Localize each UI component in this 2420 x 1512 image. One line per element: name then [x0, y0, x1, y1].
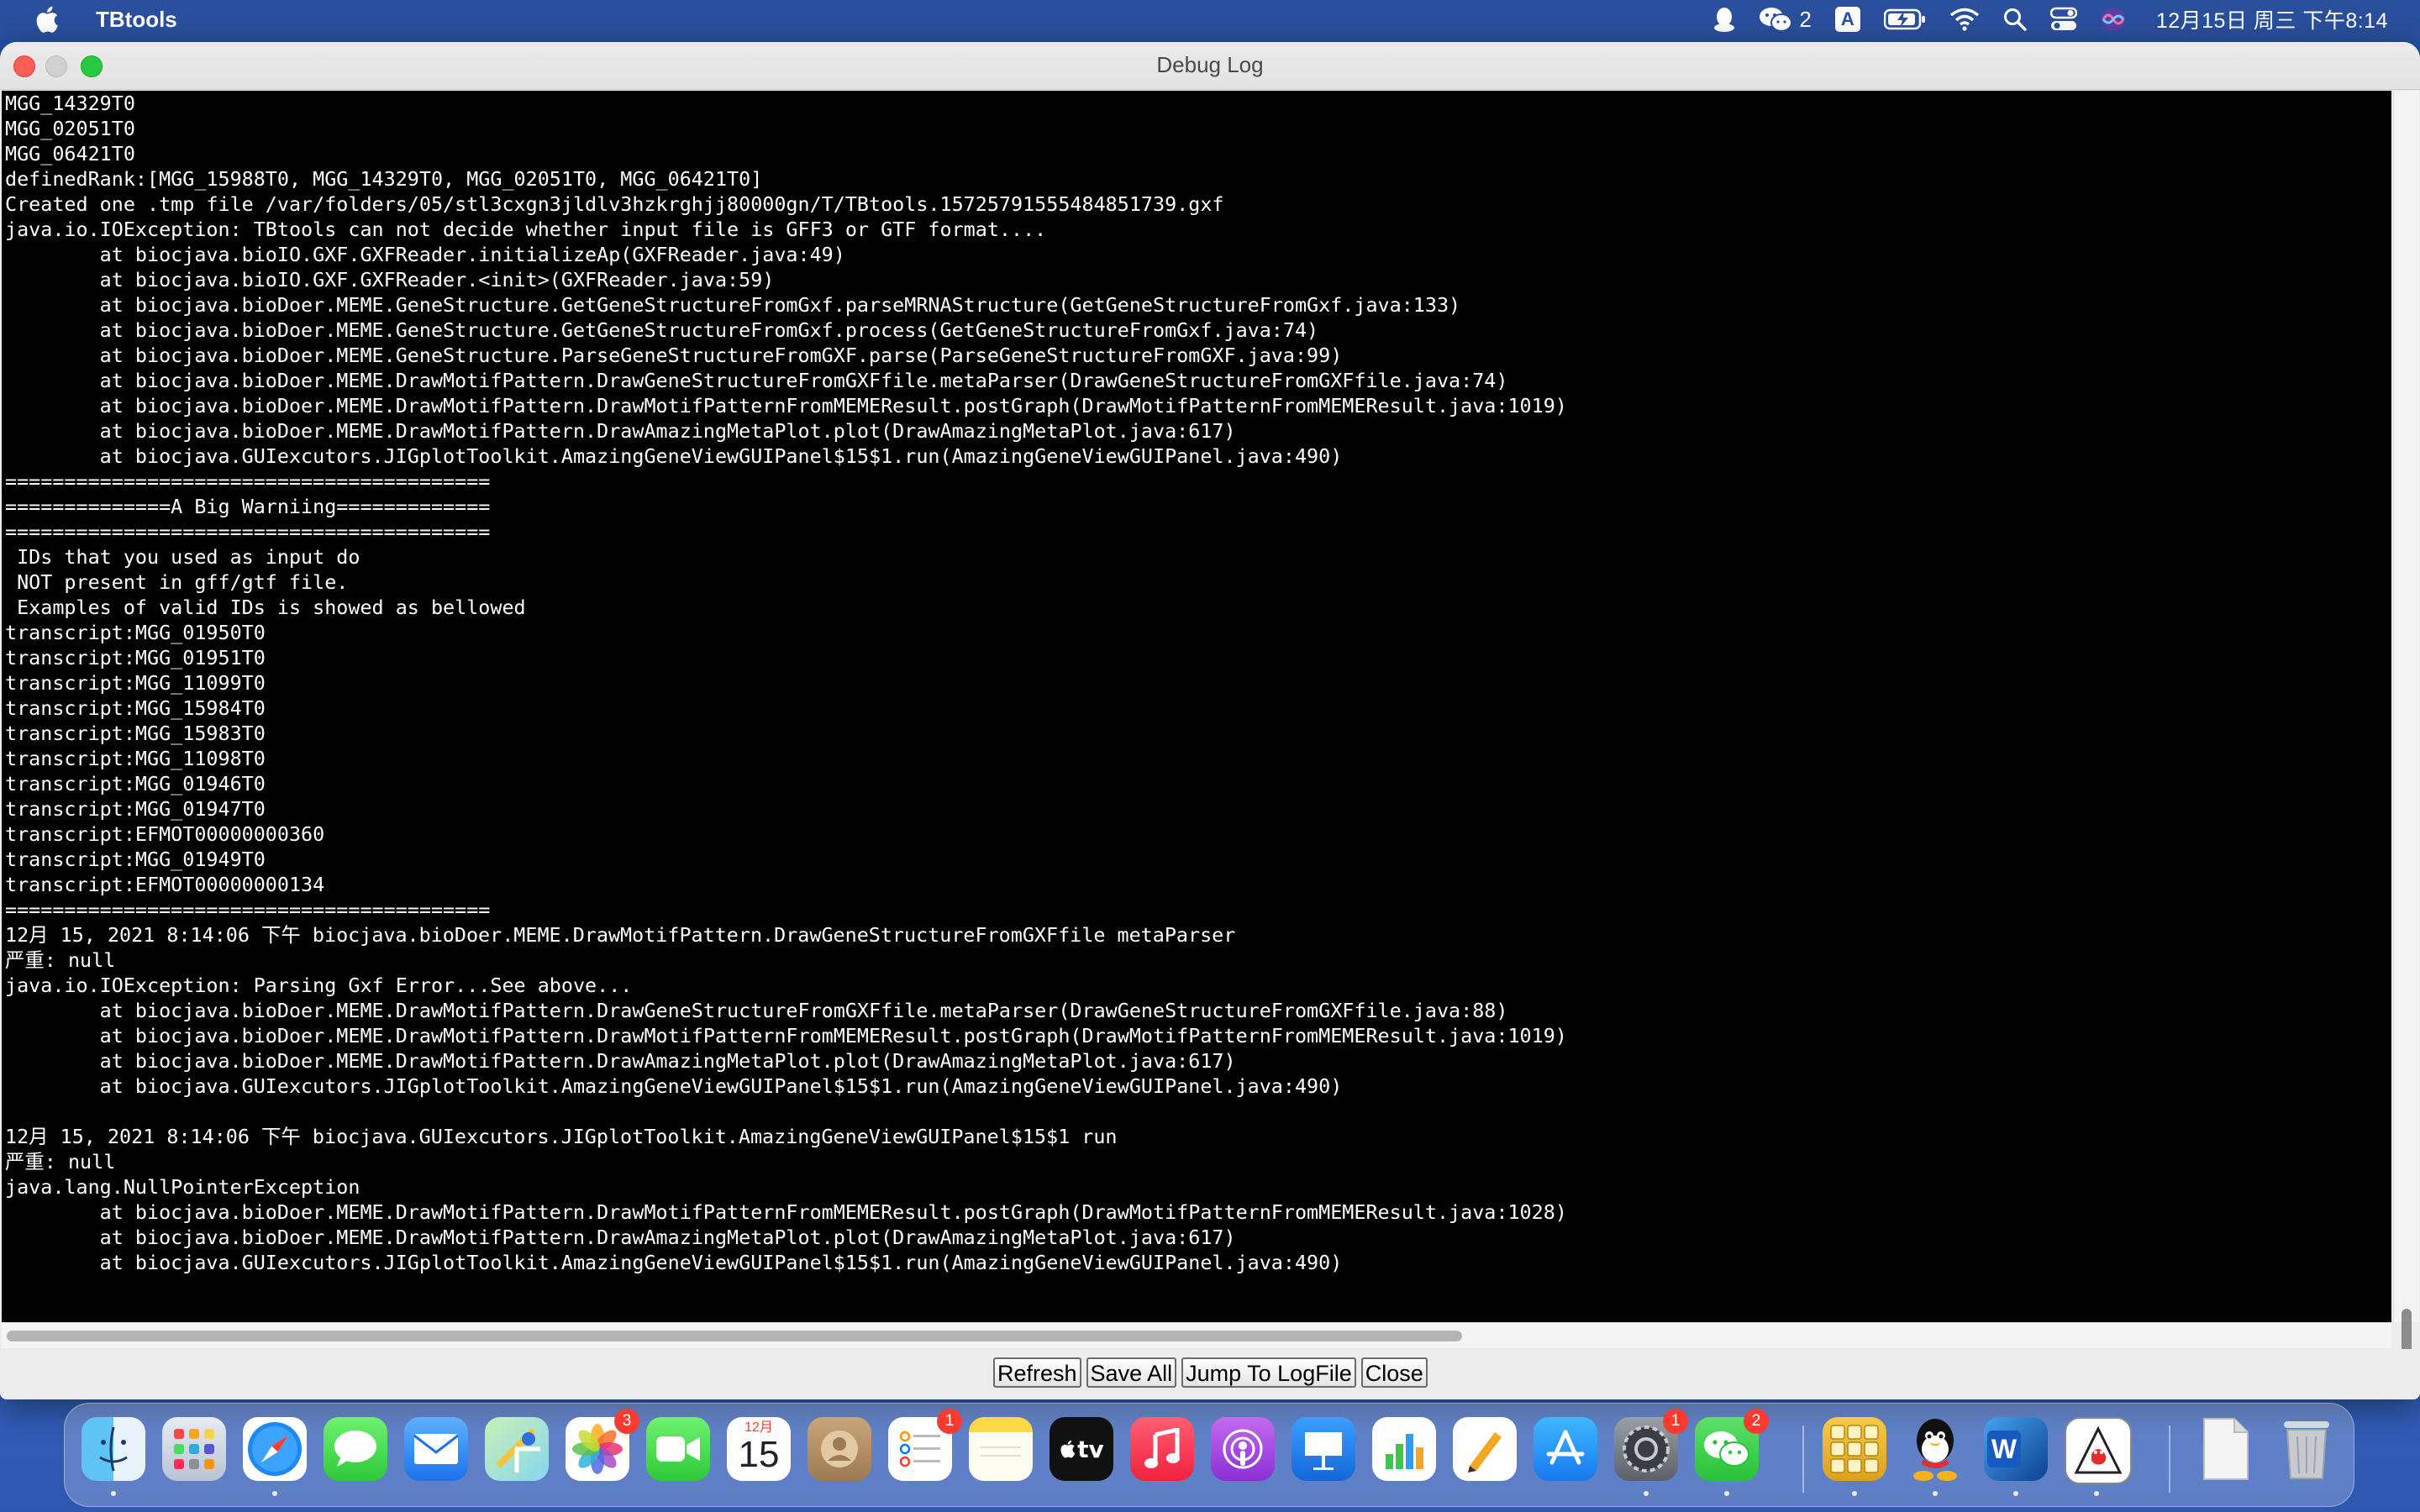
keynote-icon[interactable] — [1292, 1417, 1355, 1481]
safari-icon[interactable] — [243, 1417, 307, 1481]
trash-icon[interactable] — [2275, 1417, 2338, 1481]
apple-icon[interactable] — [34, 5, 59, 34]
log-console[interactable]: MGG_14329T0 MGG_02051T0 MGG_06421T0 defi… — [2, 91, 2391, 1322]
word-icon[interactable]: W — [1984, 1417, 2048, 1481]
launchpad-icon[interactable] — [162, 1417, 226, 1481]
system-preferences-badge: 1 — [1663, 1409, 1688, 1434]
save-all-button[interactable]: Save All — [1086, 1357, 1177, 1388]
qq-dock-icon[interactable] — [1903, 1417, 1967, 1481]
reminders-icon[interactable]: 1 — [888, 1409, 962, 1481]
maps-icon[interactable] — [485, 1417, 549, 1481]
running-indicator-dot — [2013, 1491, 2018, 1496]
spotlight-icon[interactable] — [2003, 0, 2027, 39]
wechat-status[interactable]: 2 — [1759, 0, 1812, 39]
podcasts-icon[interactable] — [1211, 1417, 1275, 1481]
running-indicator-dot — [1724, 1491, 1729, 1496]
vertical-scrollbar[interactable] — [2393, 91, 2419, 1368]
notes-icon[interactable] — [969, 1417, 1033, 1481]
running-indicator-dot — [1852, 1491, 1857, 1496]
window-title: Debug Log — [1156, 52, 1264, 77]
horizontal-scroll-thumb[interactable] — [7, 1331, 1462, 1341]
music-icon[interactable] — [1130, 1417, 1194, 1481]
dock: 3 12月 15 1 tv 1 2 W — [64, 1403, 2354, 1507]
wifi-icon[interactable] — [1949, 0, 1980, 39]
dock-separator — [2169, 1425, 2170, 1493]
finder-icon[interactable] — [82, 1417, 145, 1481]
log-text[interactable]: MGG_14329T0 MGG_02051T0 MGG_06421T0 defi… — [2, 91, 2391, 1275]
refresh-button[interactable]: Refresh — [993, 1357, 1081, 1388]
java-icon[interactable] — [2065, 1417, 2132, 1484]
facetime-icon[interactable] — [646, 1417, 710, 1481]
app-store-icon[interactable] — [1534, 1417, 1597, 1481]
window-titlebar[interactable]: Debug Log — [0, 42, 2420, 90]
reminders-badge: 1 — [937, 1409, 962, 1434]
running-indicator-dot — [2094, 1491, 2099, 1496]
calendar-day: 15 — [738, 1434, 780, 1475]
jump-to-logfile-button[interactable]: Jump To LogFile — [1181, 1357, 1356, 1388]
wechat-badge: 2 — [1744, 1409, 1769, 1434]
running-indicator-dot — [111, 1491, 116, 1496]
system-preferences-icon[interactable]: 1 — [1614, 1409, 1688, 1481]
horizontal-scrollbar[interactable] — [2, 1322, 2391, 1348]
apple-tv-icon[interactable]: tv — [1050, 1417, 1113, 1481]
active-app-name[interactable]: TBtools — [96, 7, 177, 33]
pages-icon[interactable] — [1453, 1417, 1517, 1481]
debug-log-window: Debug Log MGG_14329T0 MGG_02051T0 MGG_06… — [0, 42, 2420, 1399]
qq-icon[interactable] — [1713, 0, 1735, 39]
running-indicator-dot — [1933, 1491, 1938, 1496]
photos-icon[interactable]: 3 — [566, 1409, 639, 1481]
running-indicator-dot — [1644, 1491, 1649, 1496]
menu-bar: TBtools 2 A 12月15日 周三 下午8:14 — [0, 0, 2420, 39]
documents-stack-icon[interactable] — [2194, 1417, 2258, 1481]
wechat-dock-icon[interactable]: 2 — [1695, 1409, 1769, 1481]
mail-icon[interactable] — [404, 1417, 468, 1481]
word-label: W — [1987, 1431, 2021, 1467]
apple-tv-label: tv — [1077, 1435, 1104, 1463]
messages-icon[interactable] — [324, 1417, 387, 1481]
tbtools-icon[interactable] — [1823, 1417, 1886, 1481]
numbers-icon[interactable] — [1372, 1417, 1436, 1481]
siri-icon[interactable] — [2101, 0, 2126, 39]
control-center-icon[interactable] — [2049, 0, 2077, 39]
dock-separator — [1802, 1425, 1804, 1493]
battery-icon[interactable] — [1883, 0, 1926, 39]
wechat-count: 2 — [1799, 6, 1812, 32]
contacts-icon[interactable] — [808, 1417, 871, 1481]
input-source-icon[interactable]: A — [1834, 0, 1860, 39]
input-source-label: A — [1834, 7, 1860, 32]
close-button[interactable]: Close — [1360, 1357, 1428, 1388]
wechat-icon — [1760, 8, 1793, 32]
running-indicator-dot — [272, 1491, 277, 1496]
calendar-icon[interactable]: 12月 15 — [727, 1417, 791, 1481]
button-bar: Refresh Save All Jump To LogFile Close — [0, 1349, 2420, 1399]
menubar-clock[interactable]: 12月15日 周三 下午8:14 — [2156, 4, 2388, 34]
photos-badge: 3 — [614, 1409, 639, 1434]
